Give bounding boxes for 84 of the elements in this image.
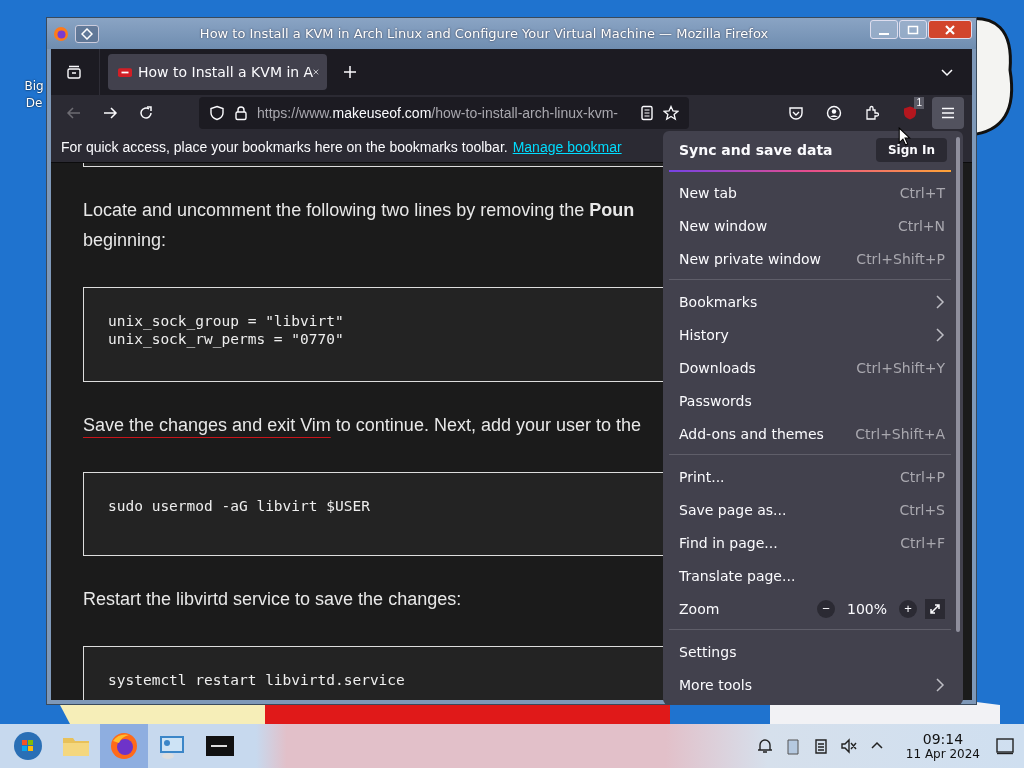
clock[interactable]: 09:14 11 Apr 2024 [905, 731, 980, 761]
shortcut-text: Ctrl+N [897, 217, 945, 234]
menu-item[interactable]: More tools [669, 668, 951, 701]
menu-item[interactable]: Downloads Ctrl+Shift+Y [669, 351, 951, 384]
menu-item[interactable]: New tab Ctrl+T [669, 176, 951, 209]
menu-item[interactable]: New private window Ctrl+Shift+P [669, 242, 951, 275]
close-icon [944, 23, 956, 36]
menu-item[interactable]: Passwords [669, 384, 951, 417]
close-button[interactable] [928, 20, 972, 39]
shortcut-text: Ctrl+F [900, 534, 945, 551]
shield-icon [902, 105, 918, 121]
code-text: unix_sock_group = "libvirt" unix_sock_rw_perms = "0770" [108, 313, 344, 347]
mouse-cursor [898, 127, 911, 146]
manage-bookmarks-link[interactable]: Manage bookmar [512, 138, 622, 155]
window-title: How to Install a KVM in Arch Linux and Configure Your Virtual Machine — Mozilla Firefox [198, 26, 770, 41]
shortcut-text: Ctrl+Shift+Y [856, 359, 945, 376]
menu-item[interactable]: Translate page... [669, 559, 951, 592]
menu-item[interactable]: New window Ctrl+N [669, 209, 951, 242]
back-arrow-icon [66, 105, 82, 121]
url-text: https://www.makeuseof.com/how-to-install-arch-linux-kvm- [257, 105, 619, 121]
shield-icon[interactable] [209, 105, 225, 121]
menu-item[interactable]: Add-ons and themes Ctrl+Shift+A [669, 417, 951, 450]
reload-icon [138, 105, 154, 121]
clock-time: 09:14 [922, 731, 964, 747]
count-badge: 1 [914, 97, 924, 109]
windows-logo-icon [13, 731, 43, 761]
star-icon[interactable] [663, 105, 679, 121]
text-link[interactable]: Save the changes and exit Vim [83, 415, 331, 435]
diamond-icon [81, 27, 93, 40]
minimize-icon [879, 32, 889, 35]
menu-item[interactable]: Find in page... Ctrl+F [669, 526, 951, 559]
reader-view-icon[interactable] [639, 105, 655, 121]
chevron-right-icon [935, 294, 945, 309]
pin-button[interactable] [75, 24, 99, 43]
menu-item[interactable]: Bookmarks [669, 285, 951, 318]
menu-item[interactable]: History [669, 318, 951, 351]
desktop-icon-label[interactable]: Big De [22, 78, 46, 112]
menu-item[interactable]: Settings [669, 635, 951, 668]
show-desktop-icon[interactable] [996, 737, 1014, 755]
zoom-out-button[interactable]: − [816, 599, 835, 618]
site-icon [118, 66, 132, 78]
shortcut-text: Ctrl+P [899, 468, 945, 485]
tab-title: How to Install a KVM in A [138, 64, 314, 80]
shortcut-text: Ctrl+Shift+P [856, 250, 945, 267]
menu-heading: Sync and save data [679, 142, 833, 158]
chevron-right-icon [935, 677, 945, 692]
bookmarks-hint: For quick access, place your bookmarks here on the bookmarks toolbar. [61, 138, 508, 155]
code-text: sudo usermod -aG libvirt $USER [108, 498, 370, 514]
fullscreen-button[interactable] [925, 598, 945, 619]
puzzle-piece-icon [864, 105, 880, 121]
account-icon [826, 105, 842, 121]
sign-in-button[interactable]: Sign In [875, 138, 947, 162]
lock-icon[interactable] [233, 105, 249, 121]
code-text: systemctl restart libvirtd.service [108, 672, 405, 688]
forward-arrow-icon [102, 105, 118, 121]
firefox-icon [53, 25, 69, 42]
menu-item[interactable]: Print... Ctrl+P [669, 460, 951, 493]
shortcut-text: Ctrl+Shift+A [855, 425, 945, 442]
pocket-icon [788, 105, 804, 121]
chevron-right-icon [935, 327, 945, 342]
shortcut-text: Ctrl+S [899, 501, 945, 518]
close-icon[interactable] [313, 67, 319, 77]
bell-icon[interactable] [755, 737, 774, 755]
paragraph: Restart the libvirtd service to save the changes: [83, 588, 463, 611]
clock-date: 11 Apr 2024 [905, 747, 980, 761]
address-bar[interactable]: https://www.makeuseof.com/how-to-install-arch-linux-kvm- [199, 97, 689, 129]
zoom-level[interactable]: 100% [846, 600, 887, 617]
menu-icon [940, 105, 956, 121]
firefox-icon [109, 731, 139, 761]
shortcut-text: Ctrl+T [899, 184, 945, 201]
scrollbar[interactable] [956, 137, 960, 632]
tray-icon [66, 64, 82, 80]
paragraph: Locate and uncomment the following two lines by removing the Poun beginning: [83, 199, 636, 252]
menu-button[interactable] [932, 97, 964, 129]
maximize-icon [907, 23, 919, 36]
expand-icon [928, 601, 942, 616]
zoom-label: Zoom [679, 600, 720, 617]
browser-tab[interactable]: How to Install a KVM in A [108, 54, 327, 90]
menu-item[interactable]: Save page as... Ctrl+S [669, 493, 951, 526]
paragraph: Save the changes and exit Vim to continue. Next, add your user to the [83, 414, 642, 437]
plus-icon [343, 65, 357, 79]
extension-button[interactable]: 1 [894, 97, 926, 129]
zoom-in-button[interactable]: + [899, 599, 917, 618]
muted-speaker-icon[interactable] [839, 737, 858, 755]
